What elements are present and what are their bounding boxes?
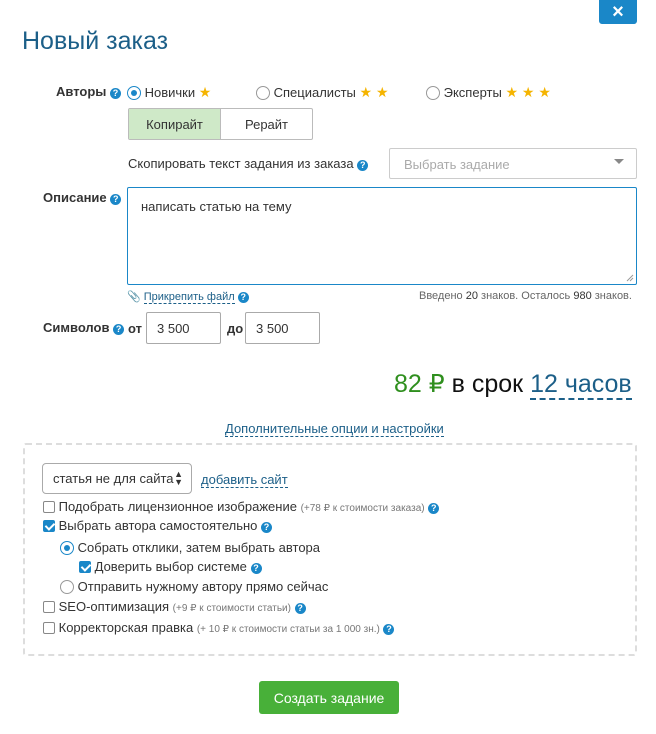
symbols-label: Символов ? <box>43 320 125 335</box>
symbols-from-input[interactable]: 3 500 <box>146 312 221 344</box>
description-label: Описание ? <box>43 190 122 205</box>
symbols-to-label: до <box>227 321 244 336</box>
tab-rewriting[interactable]: Рерайт <box>221 109 312 139</box>
help-icon[interactable]: ? <box>113 324 125 335</box>
option-collect-responses[interactable]: Собрать отклики, затем выбрать автора <box>60 540 320 555</box>
symbols-from-label: от <box>128 321 142 336</box>
checkbox[interactable] <box>43 501 55 513</box>
attach-file[interactable]: 📎 Прикрепить файл ? <box>127 290 249 304</box>
price-summary: 82 ₽ в срок 12 часов <box>394 369 632 400</box>
copy-task-label: Скопировать текст задания из заказа ? <box>128 156 369 171</box>
site-select[interactable]: статья не для сайта ▲ ▼ <box>42 463 192 494</box>
radio-icon[interactable] <box>60 580 74 594</box>
checkbox[interactable] <box>43 622 55 634</box>
help-icon[interactable]: ? <box>428 503 440 514</box>
option-send-now[interactable]: Отправить нужному автору прямо сейчас <box>60 579 328 594</box>
paperclip-icon: 📎 <box>127 291 141 303</box>
chevron-down-icon <box>614 159 624 164</box>
author-option-specialist[interactable]: Специалисты ★ ★ <box>256 84 389 101</box>
help-icon[interactable]: ? <box>261 522 273 533</box>
resize-handle-icon[interactable] <box>626 274 634 282</box>
price-term-prefix: в срок <box>451 370 524 398</box>
help-icon[interactable]: ? <box>357 160 369 171</box>
order-type-tabs: Копирайт Рерайт <box>128 108 313 140</box>
price-amount: 82 ₽ <box>394 370 445 398</box>
radio-icon[interactable] <box>256 86 270 100</box>
star-icon: ★ ★ ★ <box>505 84 551 100</box>
help-icon[interactable]: ? <box>110 88 122 99</box>
create-task-button[interactable]: Создать задание <box>259 681 399 714</box>
checkbox[interactable] <box>79 561 91 573</box>
radio-icon[interactable] <box>127 86 141 100</box>
option-proofreading[interactable]: Корректорская правка (+ 10 ₽ к стоимости… <box>43 620 395 635</box>
option-seo[interactable]: SEO-оптимизация (+9 ₽ к стоимости статьи… <box>43 599 306 614</box>
attach-file-link[interactable]: Прикрепить файл <box>143 291 235 304</box>
radio-icon[interactable] <box>426 86 440 100</box>
description-textarea[interactable]: написать статью на тему <box>127 187 637 285</box>
author-option-novice[interactable]: Новички ★ <box>127 84 211 101</box>
tab-copywriting[interactable]: Копирайт <box>129 109 221 139</box>
help-icon[interactable]: ? <box>110 194 122 205</box>
checkbox[interactable] <box>43 601 55 613</box>
checkbox[interactable] <box>43 520 55 532</box>
authors-label: Авторы ? <box>56 84 122 99</box>
radio-icon[interactable] <box>60 541 74 555</box>
copy-task-select[interactable]: Выбрать задание <box>389 148 637 179</box>
star-icon: ★ ★ <box>359 84 389 100</box>
star-icon: ★ <box>198 84 212 100</box>
extra-options-toggle[interactable]: Дополнительные опции и настройки <box>225 420 444 438</box>
select-arrows-icon: ▲ ▼ <box>174 469 183 487</box>
close-button[interactable]: × <box>599 0 637 24</box>
option-license-image[interactable]: Подобрать лицензионное изображение (+78 … <box>43 499 440 514</box>
dialog-title: Новый заказ <box>22 27 169 55</box>
help-icon[interactable]: ? <box>250 563 262 574</box>
char-counter: Введено 20 знаков. Осталось 980 знаков. <box>419 290 632 302</box>
author-option-expert[interactable]: Эксперты ★ ★ ★ <box>426 84 551 101</box>
help-icon[interactable]: ? <box>383 624 395 635</box>
add-site-link[interactable]: добавить сайт <box>201 471 288 489</box>
help-icon[interactable]: ? <box>237 292 249 303</box>
help-icon[interactable]: ? <box>294 603 306 614</box>
option-trust-system[interactable]: Доверить выбор системе ? <box>79 559 262 574</box>
close-icon: × <box>612 1 624 23</box>
symbols-to-input[interactable]: 3 500 <box>245 312 320 344</box>
option-choose-author[interactable]: Выбрать автора самостоятельно ? <box>43 518 273 533</box>
price-term[interactable]: 12 часов <box>530 370 632 400</box>
